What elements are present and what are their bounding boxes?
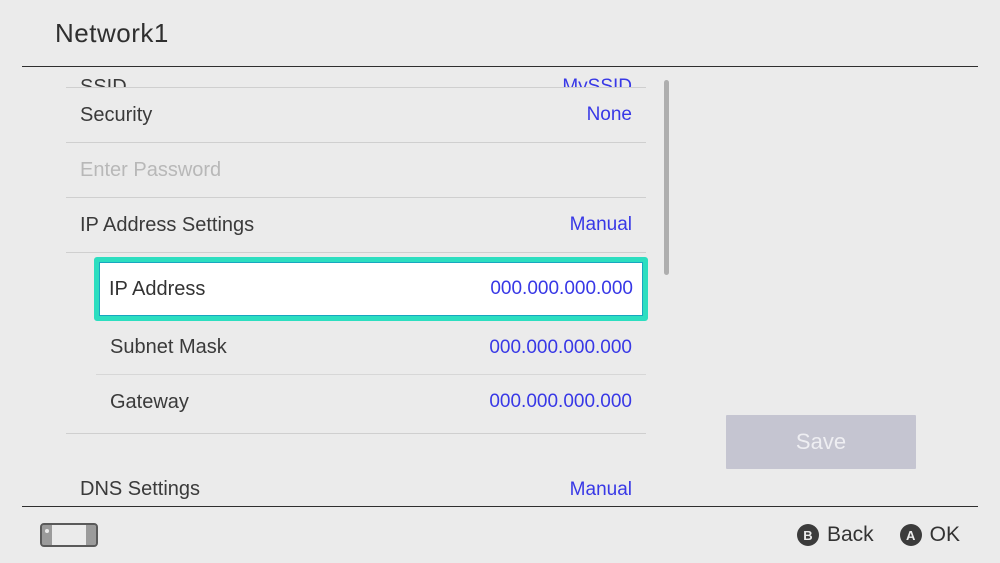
row-dns-settings[interactable]: DNS Settings Manual: [66, 462, 646, 507]
row-enter-password: Enter Password: [66, 143, 646, 198]
row-subnet-mask[interactable]: Subnet Mask 000.000.000.000: [96, 321, 646, 375]
b-button-icon: B: [797, 524, 819, 546]
subnet-value: 000.000.000.000: [489, 337, 632, 359]
a-button-icon: A: [900, 524, 922, 546]
security-value: None: [587, 104, 632, 126]
row-security[interactable]: Security None: [66, 88, 646, 143]
save-button-label: Save: [796, 429, 846, 455]
footer-actions: B Back A OK: [797, 523, 960, 547]
gateway-label: Gateway: [110, 391, 489, 414]
selected-highlight: IP Address 000.000.000.000: [94, 257, 648, 321]
security-label: Security: [80, 104, 587, 127]
spacer: [66, 434, 646, 462]
page-title: Network1: [55, 18, 169, 49]
action-ok[interactable]: A OK: [900, 523, 960, 547]
back-label: Back: [827, 523, 874, 547]
password-label: Enter Password: [80, 159, 632, 182]
ip-settings-label: IP Address Settings: [80, 214, 570, 237]
ip-settings-value: Manual: [570, 214, 632, 236]
save-button[interactable]: Save: [726, 415, 916, 469]
row-ip-address[interactable]: IP Address 000.000.000.000: [96, 257, 646, 321]
content-area: SSID MySSID Security None Enter Password…: [0, 66, 1000, 507]
header: Network1: [0, 0, 1000, 66]
scrollbar-thumb[interactable]: [664, 80, 669, 275]
action-back[interactable]: B Back: [797, 523, 874, 547]
ip-address-value: 000.000.000.000: [490, 278, 633, 300]
settings-list: SSID MySSID Security None Enter Password…: [66, 66, 646, 507]
ok-label: OK: [930, 523, 960, 547]
footer: B Back A OK: [0, 507, 1000, 563]
dns-label: DNS Settings: [80, 478, 570, 501]
ip-settings-group: IP Address 000.000.000.000 Subnet Mask 0…: [66, 253, 646, 434]
controller-icon: [40, 523, 98, 547]
dns-value: Manual: [570, 479, 632, 501]
ssid-label: SSID: [80, 81, 562, 88]
subnet-label: Subnet Mask: [110, 336, 489, 359]
ssid-value: MySSID: [562, 81, 632, 88]
gateway-value: 000.000.000.000: [489, 391, 632, 413]
row-gateway[interactable]: Gateway 000.000.000.000: [96, 375, 646, 429]
row-ip-address-settings[interactable]: IP Address Settings Manual: [66, 198, 646, 253]
row-ssid[interactable]: SSID MySSID: [66, 66, 646, 88]
ip-address-label: IP Address: [109, 278, 490, 301]
